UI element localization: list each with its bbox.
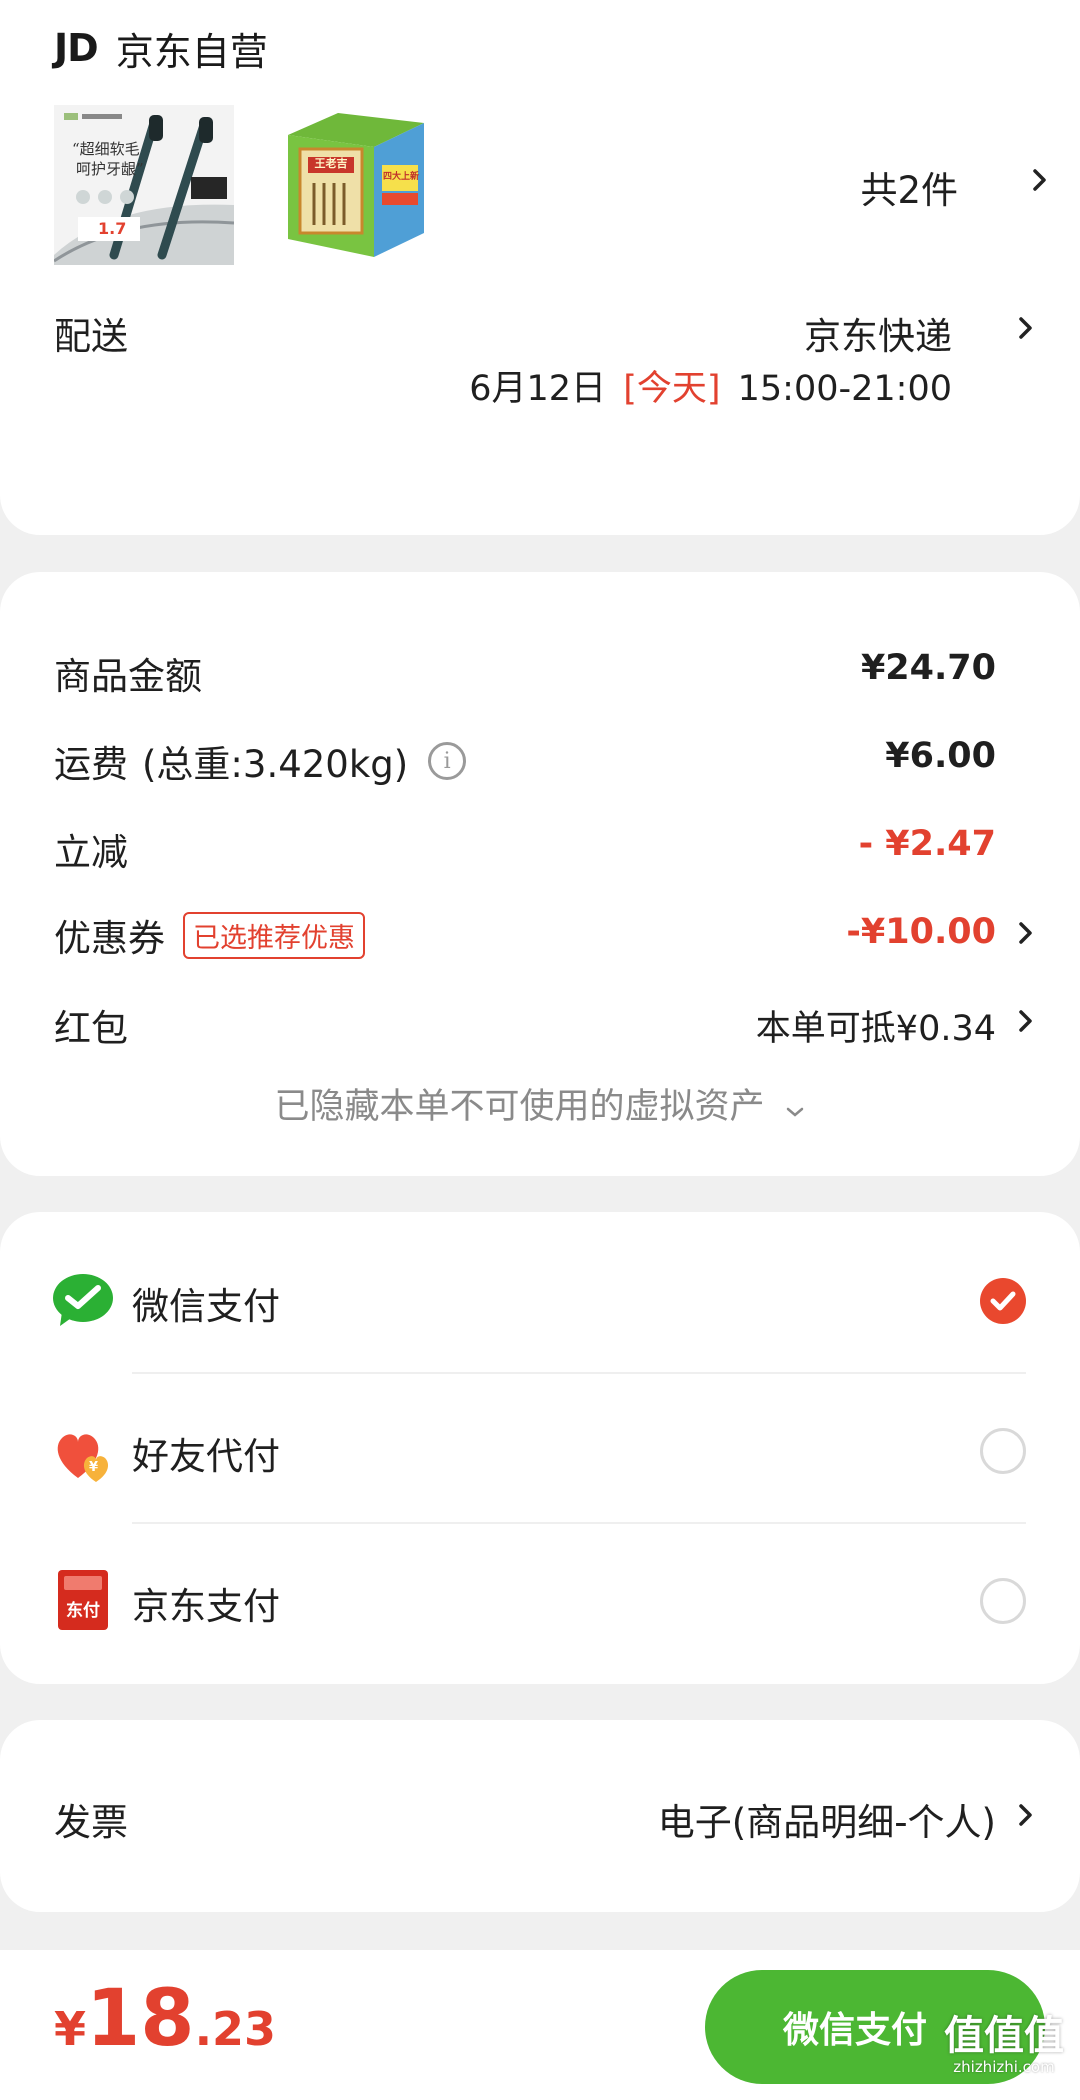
- friend-pay-yen-symbol: ¥: [89, 1460, 99, 1475]
- product-image-tea-box[interactable]: 王老吉 四大上新: [278, 105, 430, 265]
- item-count: 共2件: [860, 169, 958, 212]
- red-packet-value[interactable]: 本单可抵¥0.34: [756, 1000, 996, 1051]
- invoice-card[interactable]: 发票 电子(商品明细-个人): [0, 1720, 1080, 1912]
- shop-header: JD 京东自营: [54, 20, 268, 76]
- payment-label-jd: 京东支付: [132, 1585, 280, 1628]
- invoice-chevron-right-icon[interactable]: [1010, 1798, 1040, 1832]
- delivery-time-window: 15:00-21:00: [737, 369, 952, 409]
- shipping-row-label: 运费 (总重:3.420kg) i: [54, 734, 467, 788]
- product-thumbnails[interactable]: “超细软毛 呵护牙龈” 1.7 王老吉 四大上新 共2件: [54, 105, 1054, 265]
- pay-button-label: 微信支付: [782, 2010, 927, 2051]
- delivery-label: 配送: [54, 315, 128, 358]
- coupon-value[interactable]: -¥10.00: [846, 912, 996, 952]
- payment-methods-card: 微信支付 ¥ 好友代付 东付 京东支付: [0, 1212, 1080, 1684]
- coupon-label: 优惠券: [54, 917, 165, 960]
- product-image-toothbrush[interactable]: “超细软毛 呵护牙龈” 1.7: [54, 105, 234, 265]
- jd-logo: JD: [54, 26, 99, 70]
- delivery-time[interactable]: 6月12日 [今天] 15:00-21:00: [469, 360, 952, 411]
- payment-label-friend: 好友代付: [132, 1435, 280, 1478]
- delivery-carrier[interactable]: 京东快递: [804, 306, 952, 360]
- watermark-url: zhizhizhi.com: [953, 2058, 1055, 2076]
- friend-pay-heart-icon: ¥: [52, 1426, 114, 1488]
- delivery-chevron-right-icon[interactable]: [1010, 311, 1040, 345]
- delivery-today-tag: [今天]: [623, 369, 721, 409]
- toothbrush-price: 1.7: [98, 219, 127, 238]
- wechat-pay-radio-checked[interactable]: [980, 1278, 1026, 1324]
- shipping-weight: (总重:3.420kg): [142, 743, 409, 786]
- coupon-chevron-right-icon[interactable]: [1010, 916, 1040, 950]
- item-count-chevron-right-icon[interactable]: [1024, 163, 1054, 197]
- price-summary-card: 商品金额 ¥24.70 运费 (总重:3.420kg) i ¥6.00 立减 -…: [0, 572, 1080, 1176]
- toothbrush-illustration: [54, 105, 234, 265]
- wechat-pay-icon: [52, 1272, 114, 1328]
- tea-box-side-text: 四大上新: [382, 172, 419, 182]
- check-icon: [990, 1291, 1016, 1311]
- payment-option-jd[interactable]: 东付 京东支付: [0, 1524, 1080, 1674]
- coupon-row-label: 优惠券 已选推荐优惠: [54, 908, 365, 962]
- tea-box-illustration: [288, 113, 424, 257]
- invoice-label: 发票: [54, 1801, 128, 1844]
- order-items-card: JD 京东自营 “超细软毛 呵护牙龈” 1.7 王老吉 四大上新 共2件 配送 …: [0, 0, 1080, 535]
- goods-amount-label: 商品金额: [54, 655, 202, 698]
- hidden-assets-text: 已隐藏本单不可使用的虚拟资产: [274, 1087, 765, 1127]
- red-packet-chevron-right-icon[interactable]: [1010, 1004, 1040, 1038]
- shipping-value: ¥6.00: [885, 736, 996, 776]
- delivery-date: 6月12日: [469, 369, 607, 409]
- total-currency: ¥: [54, 2002, 87, 2056]
- jd-pay-radio[interactable]: [980, 1578, 1026, 1624]
- order-total: ¥18.23: [54, 1974, 276, 2064]
- total-decimal: .23: [194, 2002, 277, 2056]
- payment-label-wechat: 微信支付: [132, 1285, 280, 1328]
- goods-amount-value: ¥24.70: [860, 648, 996, 688]
- tea-box-brand: 王老吉: [314, 157, 348, 170]
- toothbrush-caption: “超细软毛 呵护牙龈”: [72, 140, 144, 178]
- payment-option-friend[interactable]: ¥ 好友代付: [0, 1374, 1080, 1524]
- hidden-assets-toggle[interactable]: 已隐藏本单不可使用的虚拟资产: [0, 1078, 1080, 1129]
- jd-pay-icon: 东付: [58, 1570, 108, 1630]
- payment-option-wechat[interactable]: 微信支付: [0, 1212, 1080, 1362]
- jd-pay-icon-text: 东付: [66, 1601, 100, 1621]
- red-packet-label: 红包: [54, 1007, 128, 1050]
- total-integer: 18: [86, 1974, 195, 2064]
- coupon-tag: 已选推荐优惠: [183, 911, 365, 959]
- watermark: 值值值 zhizhizhi.com: [930, 2014, 1078, 2076]
- info-icon[interactable]: i: [428, 742, 467, 780]
- discount-label: 立减: [54, 831, 128, 874]
- friend-pay-radio[interactable]: [980, 1428, 1026, 1474]
- shop-name: 京东自营: [115, 29, 268, 74]
- checkout-footer: ¥18.23 微信支付 值值值 zhizhizhi.com: [0, 1950, 1080, 2100]
- watermark-logo: 值值值: [944, 2013, 1064, 2059]
- invoice-value[interactable]: 电子(商品明细-个人): [658, 1792, 996, 1846]
- shipping-label: 运费: [54, 743, 128, 786]
- discount-value: - ¥2.47: [858, 824, 996, 864]
- chevron-down-icon: [784, 1104, 806, 1123]
